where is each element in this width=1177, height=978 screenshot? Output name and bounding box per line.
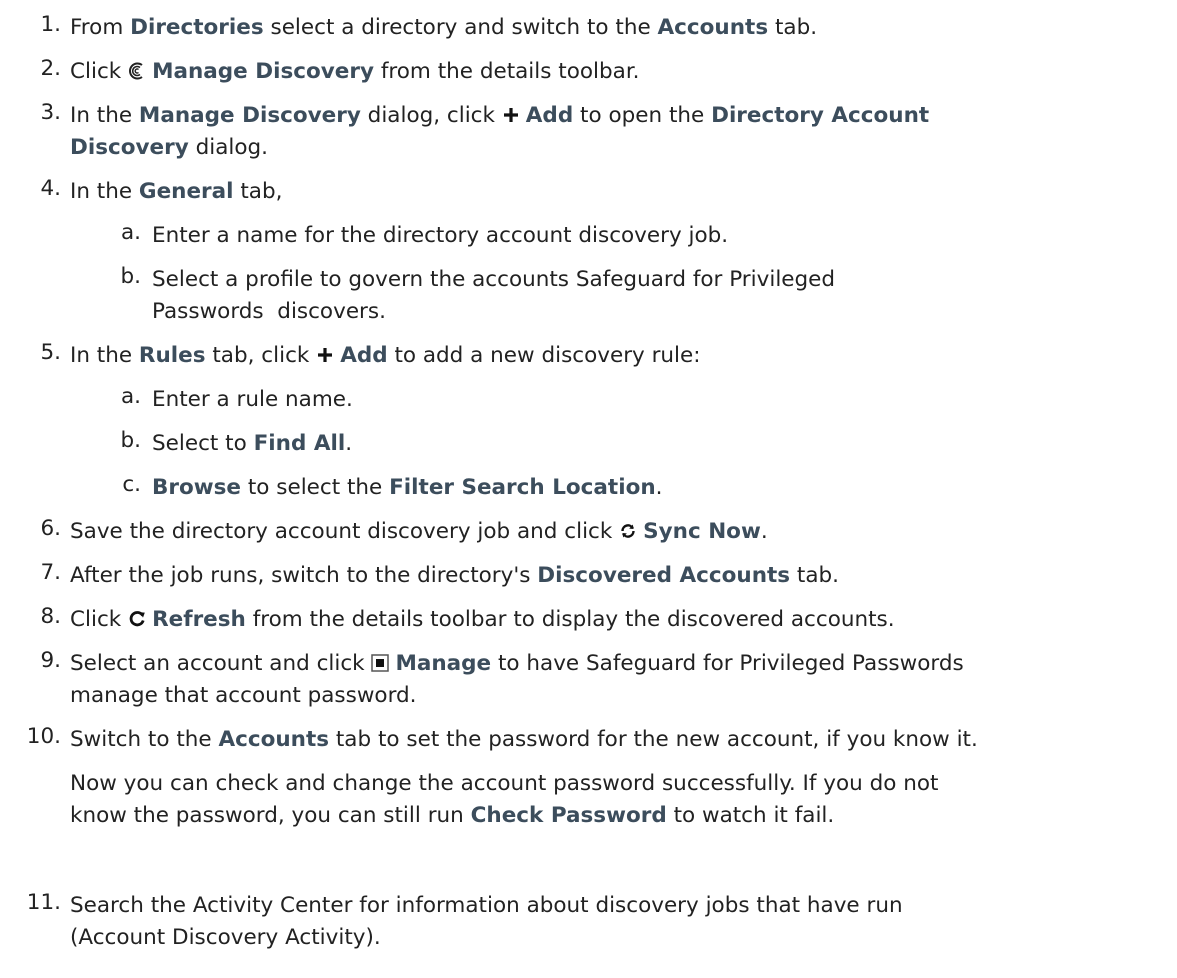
substep-text: Enter a rule name. [152, 387, 353, 412]
step-text: dialog. [188, 135, 268, 160]
step-number: 10. [26, 724, 61, 749]
step-text: tab, click [205, 343, 317, 368]
ui-term: Sync Now [643, 519, 761, 544]
step-text: select a directory and switch to the [263, 15, 658, 40]
step-number: 8. [40, 604, 61, 629]
step-text: to have Safeguard for Privileged Passwor… [491, 651, 964, 676]
ui-term: Manage Discovery [152, 59, 374, 84]
step-text: to open the [573, 103, 712, 128]
add-icon [502, 102, 520, 134]
ui-term: Add [340, 343, 388, 368]
step-text: Click [70, 59, 129, 84]
sync-icon [619, 518, 637, 550]
ui-term: Discovery [70, 135, 189, 160]
step-text: Search the Activity Center for informati… [70, 893, 903, 918]
step-text: In the [70, 343, 139, 368]
step-text: to add a new discovery rule: [387, 343, 701, 368]
step-text: tab, [233, 179, 283, 204]
step-number: 11. [26, 890, 61, 915]
step-text: tab. [790, 563, 839, 588]
step-number: 7. [40, 560, 61, 585]
step-text: manage that account password. [70, 683, 417, 708]
refresh-icon [128, 606, 146, 638]
step-text: Save the directory account discovery job… [70, 519, 620, 544]
step-text: Click [70, 607, 129, 632]
step-number: 9. [40, 648, 61, 673]
step-text: In the [70, 103, 139, 128]
step-text: from the details toolbar. [374, 59, 640, 84]
ui-term: Manage Discovery [138, 103, 361, 128]
substep-text: Select a profile to govern the accounts … [152, 267, 836, 292]
step-number: 5. [40, 340, 61, 365]
step-number: 4. [40, 176, 61, 201]
substep-text: Passwords discovers. [152, 299, 386, 324]
ui-term: Filter Search Location [389, 475, 656, 500]
manage-discovery-icon [128, 58, 146, 90]
step-text: tab. [768, 15, 818, 40]
procedure-document: 1. From Directories select a directory a… [0, 0, 1177, 978]
step-text: . [760, 519, 768, 544]
ui-term: Accounts [218, 727, 330, 752]
step-text: Select an account and click [70, 651, 372, 676]
ui-term: Find All [253, 431, 346, 456]
substep-text: to select the [241, 475, 390, 500]
substep-letter: a. [120, 220, 141, 245]
substep-letter: a. [120, 384, 141, 409]
ui-term: Rules [138, 343, 206, 368]
substep-text: . [655, 475, 663, 500]
substep-letter: c. [122, 472, 141, 497]
step-text: from the details toolbar to display the … [245, 607, 895, 632]
substep-text: Enter a name for the directory account d… [152, 223, 729, 248]
step-number: 1. [40, 12, 61, 37]
step-number: 3. [40, 100, 61, 125]
manage-icon [371, 650, 390, 682]
substep-text: Select to [152, 431, 254, 456]
ui-term: General [138, 179, 234, 204]
step-note: Now you can check and change the account… [70, 771, 939, 796]
step-text: In the [70, 179, 139, 204]
step-text: tab to set the password for the new acco… [329, 727, 978, 752]
ui-term: Discovered Accounts [537, 563, 791, 588]
ui-term: Directory Account [711, 103, 930, 128]
substep-letter: b. [120, 264, 141, 289]
ui-term: Manage [395, 651, 492, 676]
ui-term: Directories [130, 15, 264, 40]
add-icon [316, 342, 334, 374]
ui-term: Add [525, 103, 574, 128]
step-note: know the password, you can still run [70, 803, 471, 828]
ui-term: Accounts [657, 15, 769, 40]
step-text: Switch to the [70, 727, 219, 752]
ui-term: Refresh [152, 607, 246, 632]
step-note: to watch it fail. [666, 803, 835, 828]
ui-term: Browse [152, 475, 242, 500]
step-text: After the job runs, switch to the direct… [70, 563, 538, 588]
step-text: dialog, click [360, 103, 502, 128]
step-number: 2. [40, 56, 61, 81]
substep-letter: b. [120, 428, 141, 453]
step-number: 6. [40, 516, 61, 541]
ui-term: Check Password [470, 803, 667, 828]
step-text: From [70, 15, 131, 40]
step-text: (Account Discovery Activity). [70, 925, 381, 950]
substep-text: . [345, 431, 353, 456]
